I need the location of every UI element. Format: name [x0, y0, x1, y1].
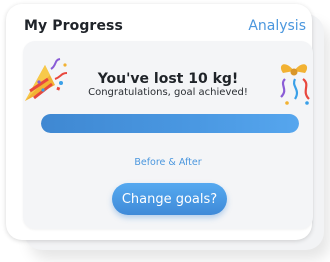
goal-summary-panel: You've lost 10 kg! Congratulations, goal…	[23, 41, 313, 229]
before-after-link[interactable]: Before & After	[23, 157, 313, 168]
change-goals-button[interactable]: Change goals?	[112, 183, 227, 215]
progress-card: My Progress Analysis You've lost 10 kg! …	[6, 4, 313, 240]
weight-loss-headline: You've lost 10 kg!	[97, 71, 239, 87]
goal-achieved-message: Congratulations, goal achieved!	[88, 87, 248, 98]
analysis-link[interactable]: Analysis	[248, 18, 306, 34]
goal-progress-bar	[41, 114, 299, 133]
goal-progress-fill	[41, 114, 299, 133]
card-title: My Progress	[24, 18, 123, 34]
